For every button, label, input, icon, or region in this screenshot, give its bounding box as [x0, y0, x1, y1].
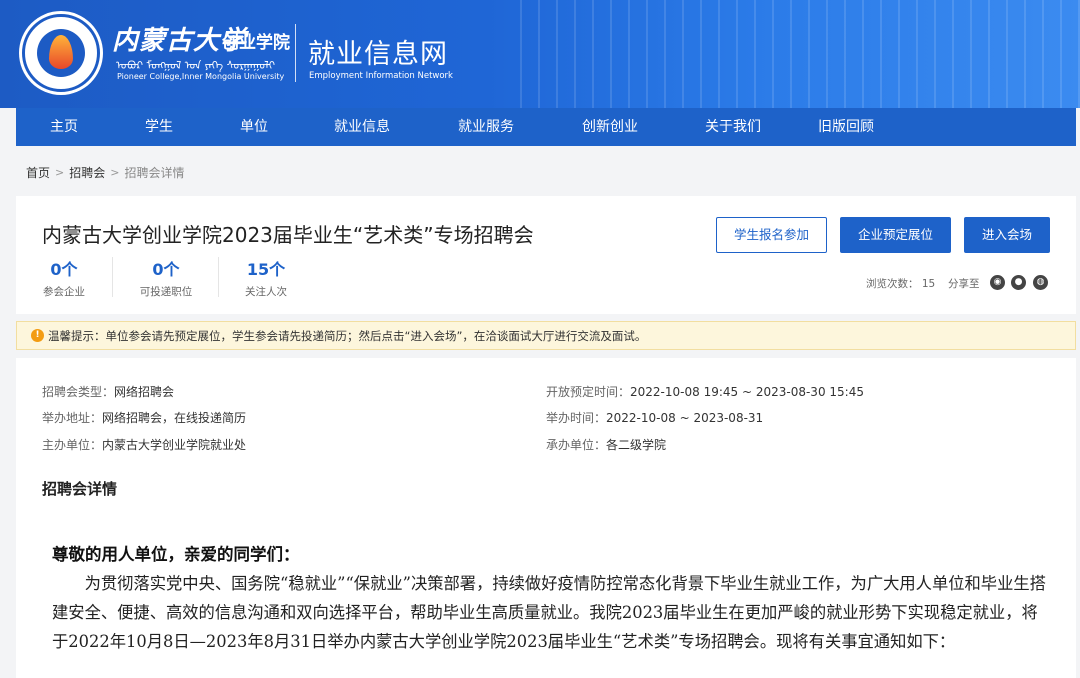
weibo-icon[interactable]: ◍: [1033, 275, 1048, 290]
detail-value: 网络招聘会，在线投递简历: [102, 411, 247, 425]
nav-item-home[interactable]: 主页: [16, 108, 112, 146]
breadcrumb-home[interactable]: 首页: [26, 164, 50, 181]
header-background-decoration: [520, 0, 1080, 108]
fair-details-panel: 招聘会类型：网络招聘会 举办地址：网络招聘会，在线投递简历 主办单位：内蒙古大学…: [16, 358, 1076, 678]
mongolian-name: ᠣᠪᠤᠷ ᠮᠣᠩᠭᠣᠯ ᠤᠨ ᠶᠡᠬᠡ ᠰᠤᠷᠭᠠᠭᠤᠯᠢ: [116, 59, 275, 72]
wechat-icon[interactable]: ◉: [990, 275, 1005, 290]
detail-address: 举办地址：网络招聘会，在线投递简历: [42, 409, 246, 426]
stat-followers: 15个 关注人次: [242, 256, 290, 299]
greeting: 尊敬的用人单位，亲爱的同学们：: [52, 545, 300, 564]
fair-summary-panel: 内蒙古大学创业学院2023届毕业生“艺术类”专场招聘会 0个 参会企业 0个 可…: [16, 196, 1076, 314]
detail-label: 主办单位：: [42, 438, 103, 452]
stat-label: 关注人次: [245, 286, 287, 298]
warning-icon: !: [31, 329, 44, 342]
view-count-value: 15: [921, 278, 936, 290]
detail-organizer: 主办单位：内蒙古大学创业学院就业处: [42, 436, 246, 453]
detail-value: 内蒙古大学创业学院就业处: [102, 438, 247, 452]
nav-item-old-version[interactable]: 旧版回顾: [796, 108, 896, 146]
enter-venue-button[interactable]: 进入会场: [964, 217, 1050, 253]
nav-item-companies[interactable]: 单位: [206, 108, 302, 146]
stat-label: 可投递职位: [139, 286, 193, 298]
main-nav: 主页 学生 单位 就业信息 就业服务 创新创业 关于我们 旧版回顾: [16, 108, 1076, 146]
nav-item-about[interactable]: 关于我们: [670, 108, 796, 146]
notice-text: 温馨提示：单位参会请先预定展位，学生参会请先投递简历；然后点击“进入会场”，在洽…: [48, 328, 647, 343]
view-count: 浏览次数： 15: [866, 276, 935, 291]
fair-title: 内蒙古大学创业学院2023届毕业生“艺术类”专场招聘会: [42, 223, 534, 247]
detail-value: 2022-10-08 ~ 2023-08-31: [606, 411, 764, 425]
nav-item-students[interactable]: 学生: [112, 108, 206, 146]
stat-positions: 0个 可投递职位: [136, 256, 196, 299]
site-header: 内蒙古大学 创业学院 ᠣᠪᠤᠷ ᠮᠣᠩᠭᠣᠯ ᠤᠨ ᠶᠡᠬᠡ ᠰᠤᠷᠭᠠᠭᠤᠯᠢ…: [0, 0, 1080, 108]
detail-undertaker: 承办单位：各二级学院: [546, 436, 666, 453]
nav-item-job-info[interactable]: 就业信息: [302, 108, 422, 146]
detail-event-time: 举办时间：2022-10-08 ~ 2023-08-31: [546, 409, 763, 426]
breadcrumb-current: 招聘会详情: [124, 166, 185, 180]
share-label: 分享至: [948, 278, 980, 290]
detail-label: 承办单位：: [546, 438, 607, 452]
stat-label: 参会企业: [43, 286, 85, 298]
announcement-paragraph: 为贯彻落实党中央、国务院“稳就业”“保就业”决策部署，持续做好疫情防控常态化背景…: [52, 574, 1046, 651]
stat-value: 0个: [152, 260, 180, 279]
detail-label: 招聘会类型：: [42, 385, 115, 399]
college-logo-icon[interactable]: [22, 14, 100, 92]
notice-bar: ! 温馨提示：单位参会请先预定展位，学生参会请先投递简历；然后点击“进入会场”，…: [16, 321, 1076, 350]
breadcrumb: 首页 > 招聘会 > 招聘会详情: [26, 164, 184, 181]
view-count-label: 浏览次数：: [866, 278, 919, 290]
breadcrumb-job-fairs[interactable]: 招聘会: [69, 164, 105, 181]
detail-value: 各二级学院: [606, 438, 667, 452]
nav-item-innovation[interactable]: 创新创业: [550, 108, 670, 146]
detail-fair-type: 招聘会类型：网络招聘会: [42, 383, 174, 400]
site-subtitle: Employment Information Network: [309, 71, 453, 81]
site-title[interactable]: 就业信息网: [308, 32, 448, 71]
stat-divider: [218, 257, 219, 297]
detail-value: 2022-10-08 19:45 ~ 2023-08-30 15:45: [630, 385, 864, 399]
company-booth-button[interactable]: 企业预定展位: [840, 217, 951, 253]
stat-value: 0个: [50, 260, 78, 279]
student-signup-button[interactable]: 学生报名参加: [716, 217, 827, 253]
english-name: Pioneer College,Inner Mongolia Universit…: [117, 72, 285, 81]
stat-value: 15个: [246, 260, 286, 279]
section-title: 招聘会详情: [42, 480, 118, 498]
qq-icon[interactable]: ●: [1011, 275, 1026, 290]
detail-booking-time: 开放预定时间：2022-10-08 19:45 ~ 2023-08-30 15:…: [546, 383, 864, 400]
college-name: 创业学院: [222, 33, 290, 53]
nav-item-services[interactable]: 就业服务: [422, 108, 550, 146]
stat-divider: [112, 257, 113, 297]
detail-label: 开放预定时间：: [546, 385, 631, 399]
detail-label: 举办地址：: [42, 411, 103, 425]
detail-value: 网络招聘会: [114, 385, 175, 399]
breadcrumb-separator-icon: >: [110, 166, 120, 179]
detail-label: 举办时间：: [546, 411, 607, 425]
header-divider: [295, 24, 296, 82]
breadcrumb-separator-icon: >: [55, 166, 65, 179]
stat-companies: 0个 参会企业: [42, 256, 86, 299]
